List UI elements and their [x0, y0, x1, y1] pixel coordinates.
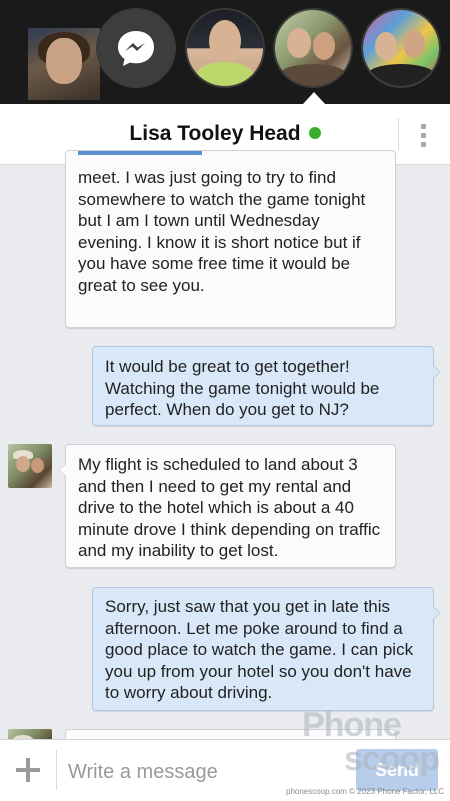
message-text: Sorry, just saw that you get in late thi… — [105, 597, 414, 702]
photo-detail — [313, 32, 335, 60]
bubble-tail — [58, 463, 66, 477]
photo-detail — [375, 32, 397, 60]
photo-detail — [16, 456, 30, 472]
contact-title[interactable]: Lisa Tooley Head — [0, 122, 450, 146]
bubble-tail — [433, 606, 441, 620]
message-text: My flight is scheduled to land about 3 a… — [78, 455, 381, 560]
copyright-credit: phonescoop.com © 2023 Phone Factor, LLC — [286, 787, 444, 796]
photo-detail — [209, 20, 241, 62]
photo-detail — [279, 64, 347, 86]
messenger-chat-head[interactable] — [98, 10, 174, 86]
outgoing-message-bubble[interactable]: Sorry, just saw that you get in late thi… — [92, 587, 441, 711]
online-status-icon — [308, 127, 321, 139]
incoming-message-bubble[interactable]: My flight is scheduled to land about 3 a… — [58, 444, 396, 568]
message-text: meet. I was just going to try to find so… — [78, 168, 366, 295]
message-text: It would be great to get together! Watch… — [105, 357, 380, 419]
incoming-message-bubble[interactable]: meet. I was just going to try to find so… — [65, 150, 396, 328]
bubble-tail — [433, 365, 441, 379]
chat-heads-bar — [0, 0, 450, 104]
photo-detail — [197, 62, 253, 86]
sender-avatar[interactable] — [8, 444, 52, 488]
messenger-icon — [118, 31, 154, 66]
send-button[interactable]: Send — [356, 749, 438, 791]
photo-detail — [287, 28, 311, 58]
chat-head-couple-active[interactable] — [275, 10, 351, 86]
active-head-pointer — [303, 92, 325, 104]
photo-detail — [31, 458, 44, 473]
message-input[interactable] — [66, 754, 350, 790]
contact-name: Lisa Tooley Head — [129, 122, 301, 145]
chat-head-smiling-man[interactable] — [187, 10, 263, 86]
photo-detail — [403, 30, 425, 58]
chat-head-couple-colorful[interactable] — [363, 10, 439, 86]
composer-divider — [56, 750, 57, 790]
link-underline-fragment — [78, 151, 202, 155]
chat-head-profile-photo[interactable] — [28, 28, 100, 100]
outgoing-message-bubble[interactable]: It would be great to get together! Watch… — [92, 346, 441, 426]
overflow-menu-icon[interactable] — [420, 124, 428, 148]
add-attachment-icon[interactable] — [14, 756, 42, 784]
header-divider — [398, 118, 399, 150]
photo-detail — [46, 38, 82, 84]
photo-detail — [367, 64, 435, 86]
